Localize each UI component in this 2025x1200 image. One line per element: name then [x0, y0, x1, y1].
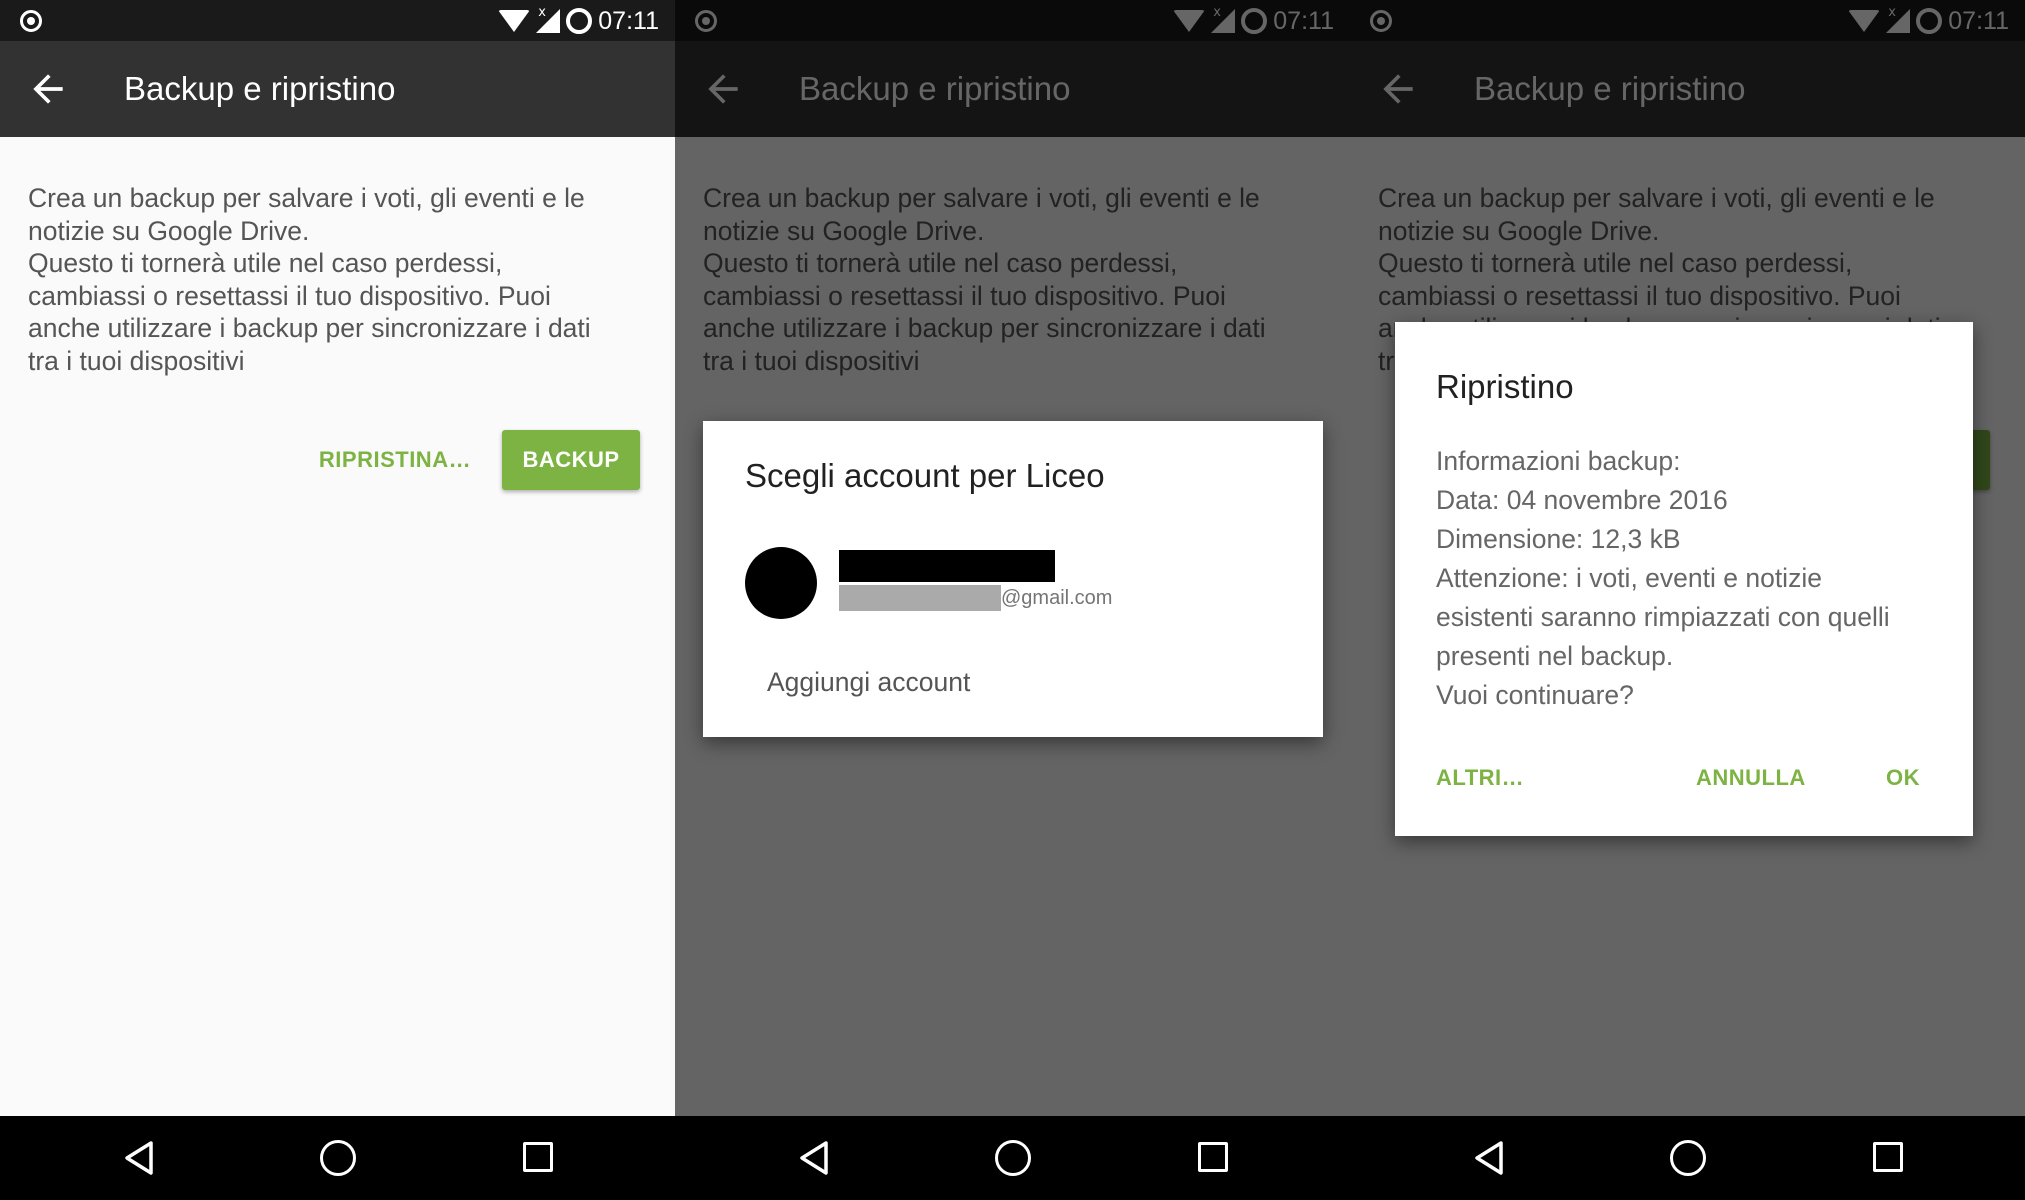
- battery-icon: [566, 8, 593, 34]
- more-button[interactable]: ALTRI…: [1436, 765, 1524, 791]
- nav-recents-icon[interactable]: [523, 1142, 553, 1172]
- navigation-bar: [675, 1116, 1350, 1200]
- nav-home-icon[interactable]: [1670, 1140, 1706, 1176]
- account-email[interactable]: @gmail.com: [839, 584, 1112, 612]
- status-icons: 07:11: [498, 5, 659, 36]
- nav-home-icon[interactable]: [995, 1140, 1031, 1176]
- navigation-bar: [1350, 1116, 2025, 1200]
- restore-message: Informazioni backup: Data: 04 novembre 2…: [1436, 446, 1890, 710]
- nav-home-icon[interactable]: [320, 1140, 356, 1176]
- add-account-button[interactable]: Aggiungi account: [767, 667, 970, 698]
- backup-description: Crea un backup per salvare i voti, gli e…: [28, 183, 591, 376]
- dialog-title: Ripristino: [1436, 368, 1574, 405]
- status-bar: 07:11: [0, 0, 675, 41]
- account-email-redacted: [839, 585, 1001, 611]
- signal-icon: [536, 5, 561, 33]
- ok-button[interactable]: OK: [1886, 765, 1920, 791]
- app-bar: Backup e ripristino: [0, 41, 675, 137]
- nav-back-icon[interactable]: [123, 1140, 155, 1176]
- avatar[interactable]: [745, 547, 817, 619]
- cancel-button[interactable]: ANNULLA: [1696, 765, 1806, 791]
- navigation-bar: [0, 1116, 675, 1200]
- restore-button[interactable]: RIPRISTINA…: [310, 430, 480, 490]
- nav-back-icon[interactable]: [798, 1140, 830, 1176]
- restore-dialog: Ripristino Informazioni backup: Data: 04…: [1395, 322, 1973, 836]
- screen-backup: 07:11 Backup e ripristino Crea un backup…: [0, 0, 675, 1200]
- account-name-redacted[interactable]: [839, 550, 1055, 582]
- nav-recents-icon[interactable]: [1198, 1142, 1228, 1172]
- account-email-domain: @gmail.com: [1001, 586, 1113, 609]
- back-arrow-icon[interactable]: [26, 67, 70, 111]
- screen-restore-confirm: 07:11 Backup e ripristino Crea un backup…: [1350, 0, 2025, 1200]
- wifi-icon: [498, 10, 531, 32]
- nav-recents-icon[interactable]: [1873, 1142, 1903, 1172]
- dialog-title: Scegli account per Liceo: [745, 457, 1105, 494]
- screen-choose-account: 07:11 Backup e ripristino Crea un backup…: [675, 0, 1350, 1200]
- nav-back-icon[interactable]: [1473, 1140, 1505, 1176]
- backup-button[interactable]: BACKUP: [502, 430, 640, 490]
- status-time: 07:11: [598, 6, 659, 35]
- page-title: Backup e ripristino: [124, 70, 396, 107]
- gps-icon: [20, 10, 42, 32]
- choose-account-dialog: Scegli account per Liceo @gmail.com Aggi…: [703, 421, 1323, 737]
